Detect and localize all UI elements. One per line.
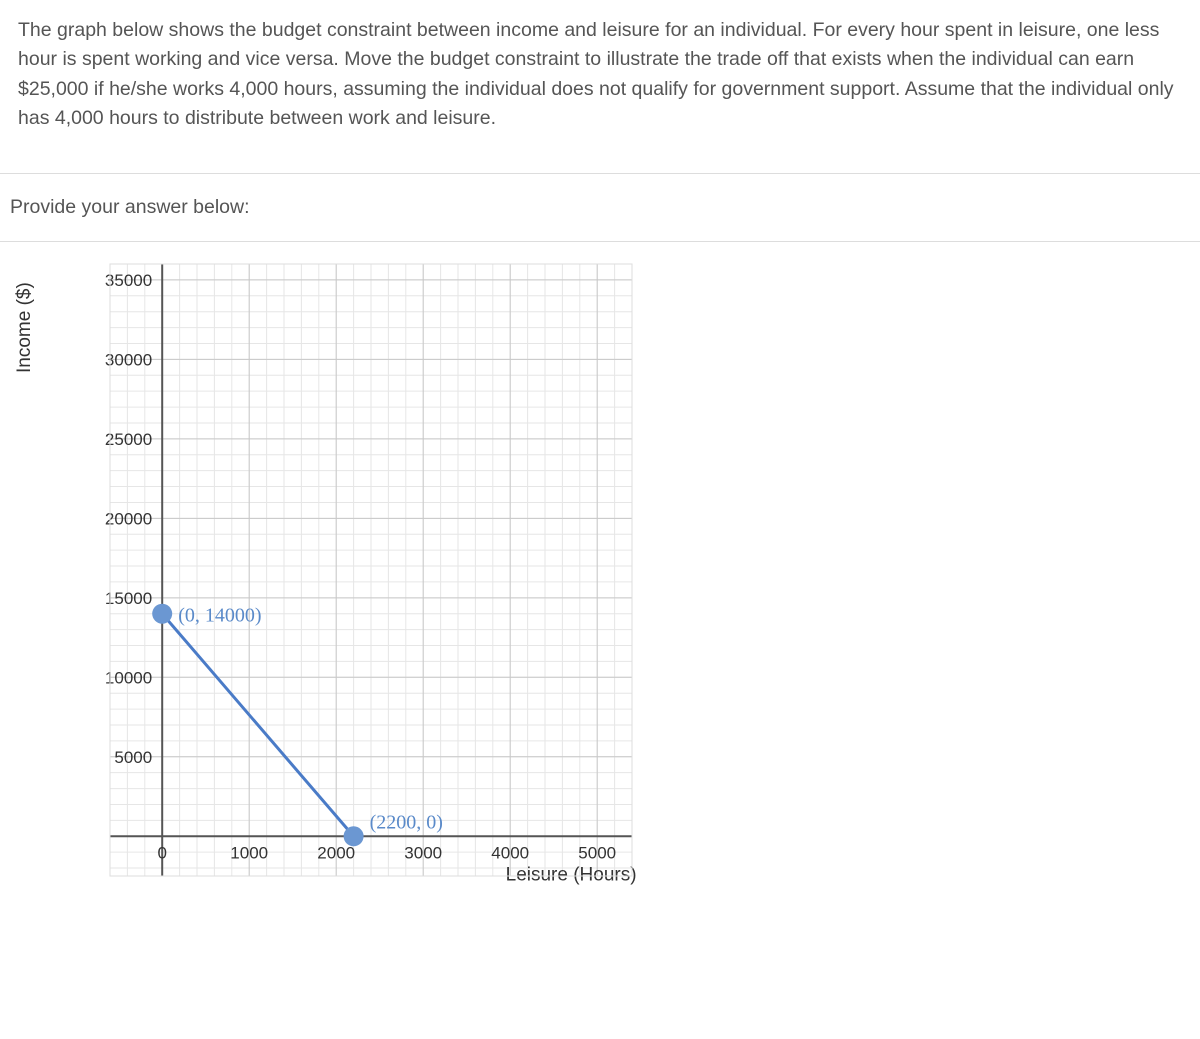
y-tick: 10000 bbox=[105, 668, 152, 687]
budget-constraint-endpoint[interactable] bbox=[344, 826, 364, 846]
budget-constraint-endpoint[interactable] bbox=[152, 604, 172, 624]
x-tick: 4000 bbox=[491, 843, 529, 862]
x-axis-title: Leisure (Hours) bbox=[506, 864, 637, 885]
y-axis-title: Income ($) bbox=[14, 282, 35, 373]
x-tick: 2000 bbox=[317, 843, 355, 862]
x-tick: 1000 bbox=[230, 843, 268, 862]
point-label: (0, 14000) bbox=[178, 605, 261, 627]
y-tick: 20000 bbox=[105, 509, 152, 528]
y-tick: 25000 bbox=[105, 430, 152, 449]
point-label: (2200, 0) bbox=[370, 811, 443, 833]
y-tick: 5000 bbox=[114, 748, 152, 767]
y-tick: 15000 bbox=[105, 589, 152, 608]
chart-area[interactable]: 0 1000 2000 3000 4000 5000 5000 10000 15000 20000… bbox=[0, 242, 1200, 936]
y-tick: 30000 bbox=[105, 350, 152, 369]
x-tick: 3000 bbox=[404, 843, 442, 862]
y-tick: 35000 bbox=[105, 271, 152, 290]
x-tick: 5000 bbox=[578, 843, 616, 862]
x-tick: 0 bbox=[157, 843, 166, 862]
question-text: The graph below shows the budget constra… bbox=[0, 0, 1200, 174]
answer-prompt: Provide your answer below: bbox=[0, 174, 1200, 242]
